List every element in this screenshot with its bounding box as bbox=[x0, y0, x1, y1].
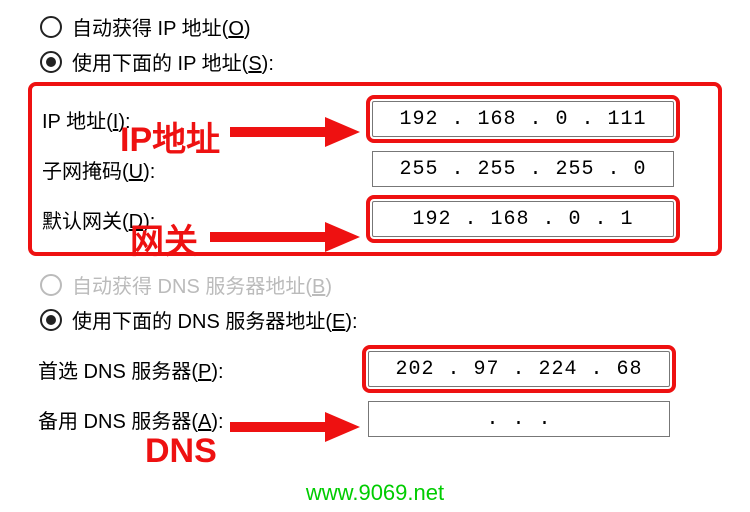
radio-icon bbox=[40, 51, 62, 73]
radio-manual-ip[interactable]: 使用下面的 IP 地址(S): bbox=[40, 47, 750, 76]
preferred-dns-input[interactable]: 202 . 97 . 224 . 68 bbox=[368, 351, 670, 387]
default-gateway-input[interactable]: 192 . 168 . 0 . 1 bbox=[372, 201, 674, 237]
radio-auto-dns-label: 自动获得 DNS 服务器地址(B) bbox=[72, 270, 332, 299]
radio-manual-ip-label: 使用下面的 IP 地址(S): bbox=[72, 47, 274, 76]
alternate-dns-label: 备用 DNS 服务器(A): bbox=[38, 405, 368, 434]
watermark: www.9069.net bbox=[306, 480, 444, 506]
radio-manual-dns-label: 使用下面的 DNS 服务器地址(E): bbox=[72, 305, 358, 334]
preferred-dns-label: 首选 DNS 服务器(P): bbox=[38, 355, 368, 384]
dns-fields-group: 首选 DNS 服务器(P): 202 . 97 . 224 . 68 备用 DN… bbox=[28, 340, 722, 448]
radio-icon bbox=[40, 309, 62, 331]
radio-auto-ip[interactable]: 自动获得 IP 地址(O) bbox=[40, 12, 750, 41]
subnet-mask-input[interactable]: 255 . 255 . 255 . 0 bbox=[372, 151, 674, 187]
default-gateway-label: 默认网关(D): bbox=[42, 205, 372, 234]
ip-fields-group: IP 地址(I): 192 . 168 . 0 . 111 子网掩码(U): 2… bbox=[28, 82, 722, 256]
subnet-mask-label: 子网掩码(U): bbox=[42, 155, 372, 184]
radio-manual-dns[interactable]: 使用下面的 DNS 服务器地址(E): bbox=[40, 305, 750, 334]
radio-icon bbox=[40, 274, 62, 296]
radio-auto-dns[interactable]: 自动获得 DNS 服务器地址(B) bbox=[40, 270, 750, 299]
radio-auto-ip-label: 自动获得 IP 地址(O) bbox=[72, 12, 251, 41]
alternate-dns-input[interactable]: . . . bbox=[368, 401, 670, 437]
ip-address-label: IP 地址(I): bbox=[42, 105, 372, 134]
ip-address-input[interactable]: 192 . 168 . 0 . 111 bbox=[372, 101, 674, 137]
radio-icon bbox=[40, 16, 62, 38]
